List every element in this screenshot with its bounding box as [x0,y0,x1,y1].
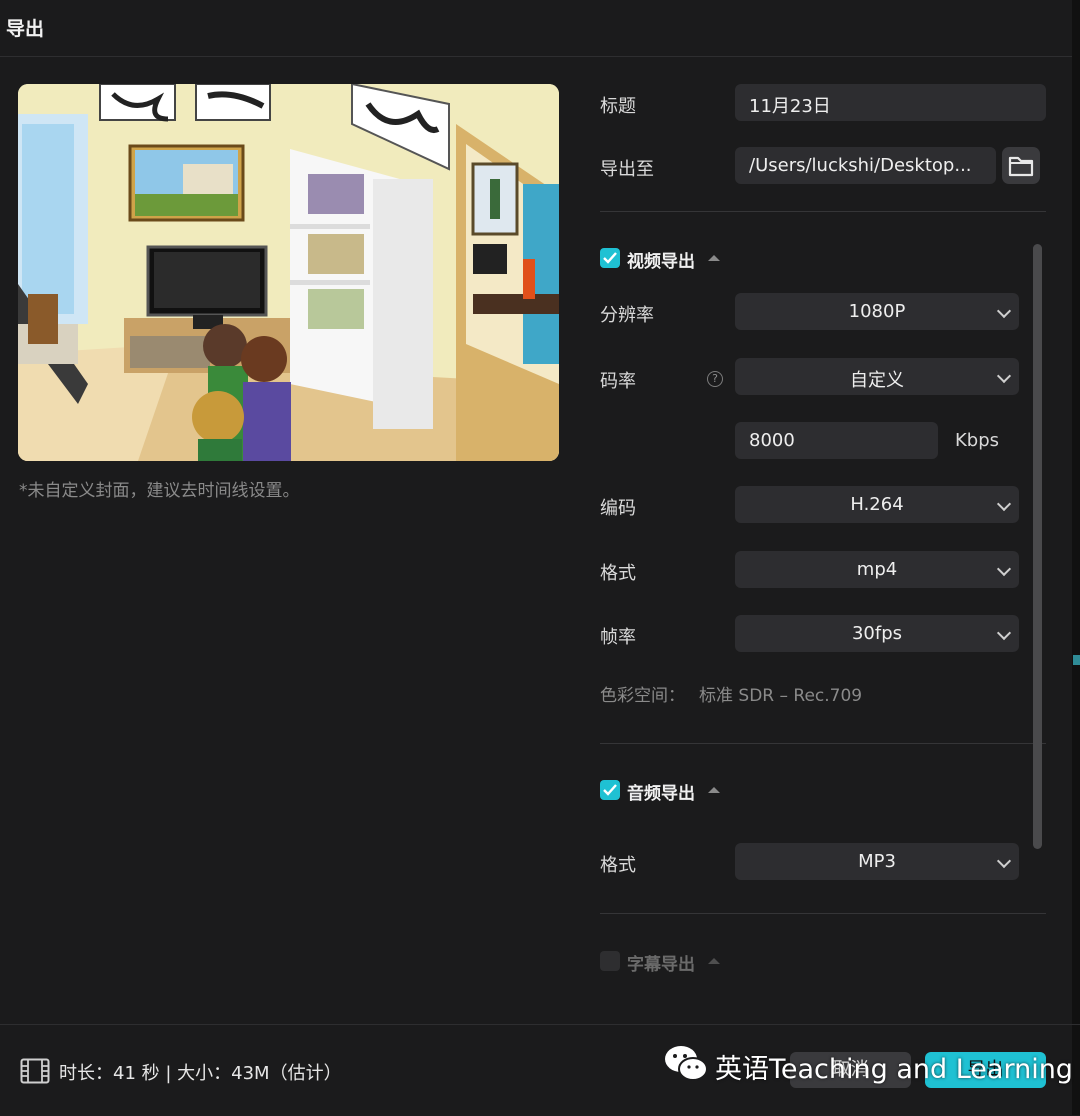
audio-format-select[interactable]: MP3 [735,843,1019,880]
background-window-mark [1073,655,1080,665]
title-input-value: 11月23日 [749,96,831,117]
video-format-value: mp4 [856,559,898,580]
collapse-caret-icon[interactable] [708,255,720,261]
collapse-caret-icon[interactable] [708,958,720,964]
check-icon [603,252,617,264]
subtitle-export-checkbox[interactable] [600,951,620,971]
codec-label: 编码 [600,498,636,519]
format-label: 格式 [600,563,636,584]
bitrate-unit: Kbps [955,430,1000,451]
settings-scrollbar[interactable] [1033,244,1042,849]
audio-export-checkbox[interactable] [600,780,620,800]
dialog-title: 导出 [6,18,45,40]
title-input[interactable]: 11月23日 [735,84,1046,121]
folder-icon [1008,156,1034,177]
video-export-checkbox[interactable] [600,248,620,268]
audio-format-label: 格式 [600,855,636,876]
subtitle-export-title: 字幕导出 [627,955,695,975]
audio-export-title: 音频导出 [627,784,695,804]
duration-size-info: 时长：41 秒 | 大小：43M（估计） [59,1063,342,1084]
divider-audio [600,913,1046,914]
browse-folder-button[interactable] [1002,147,1040,184]
title-label: 标题 [600,96,636,117]
wechat-icon [665,1046,708,1081]
framerate-label: 帧率 [600,627,636,648]
bitrate-custom-value: 8000 [749,430,795,451]
collapse-caret-icon[interactable] [708,787,720,793]
resolution-label: 分辨率 [600,305,654,326]
audio-format-value: MP3 [858,851,896,872]
framerate-select[interactable]: 30fps [735,615,1019,652]
resolution-select[interactable]: 1080P [735,293,1019,330]
video-export-title: 视频导出 [627,252,695,272]
check-icon [603,784,617,796]
export-path-input[interactable]: /Users/luckshi/Desktop... [735,147,996,184]
cover-illustration [18,84,559,461]
bitrate-custom-input[interactable]: 8000 [735,422,938,459]
export-to-label: 导出至 [600,159,654,180]
codec-value: H.264 [850,494,904,515]
title-bar: 导出 [0,0,1080,57]
window-edge [1072,0,1080,1115]
colorspace-label: 色彩空间： [600,686,685,706]
cover-note: *未自定义封面，建议去时间线设置。 [19,481,300,501]
resolution-value: 1080P [848,301,906,322]
cover-preview[interactable] [18,84,559,461]
codec-select[interactable]: H.264 [735,486,1019,523]
divider-video [600,743,1046,744]
film-icon [20,1058,50,1084]
divider-top [600,211,1046,212]
framerate-value: 30fps [851,623,903,644]
bitrate-label: 码率 [600,371,636,392]
bitrate-select[interactable]: 自定义 [735,358,1019,395]
watermark-text: 英语Teaching and Learning [715,1054,1073,1085]
video-format-select[interactable]: mp4 [735,551,1019,588]
export-path-value: /Users/luckshi/Desktop... [749,155,972,176]
colorspace-value: 标准 SDR – Rec.709 [699,686,863,706]
help-icon[interactable]: ? [707,371,723,387]
bitrate-value: 自定义 [850,370,904,391]
